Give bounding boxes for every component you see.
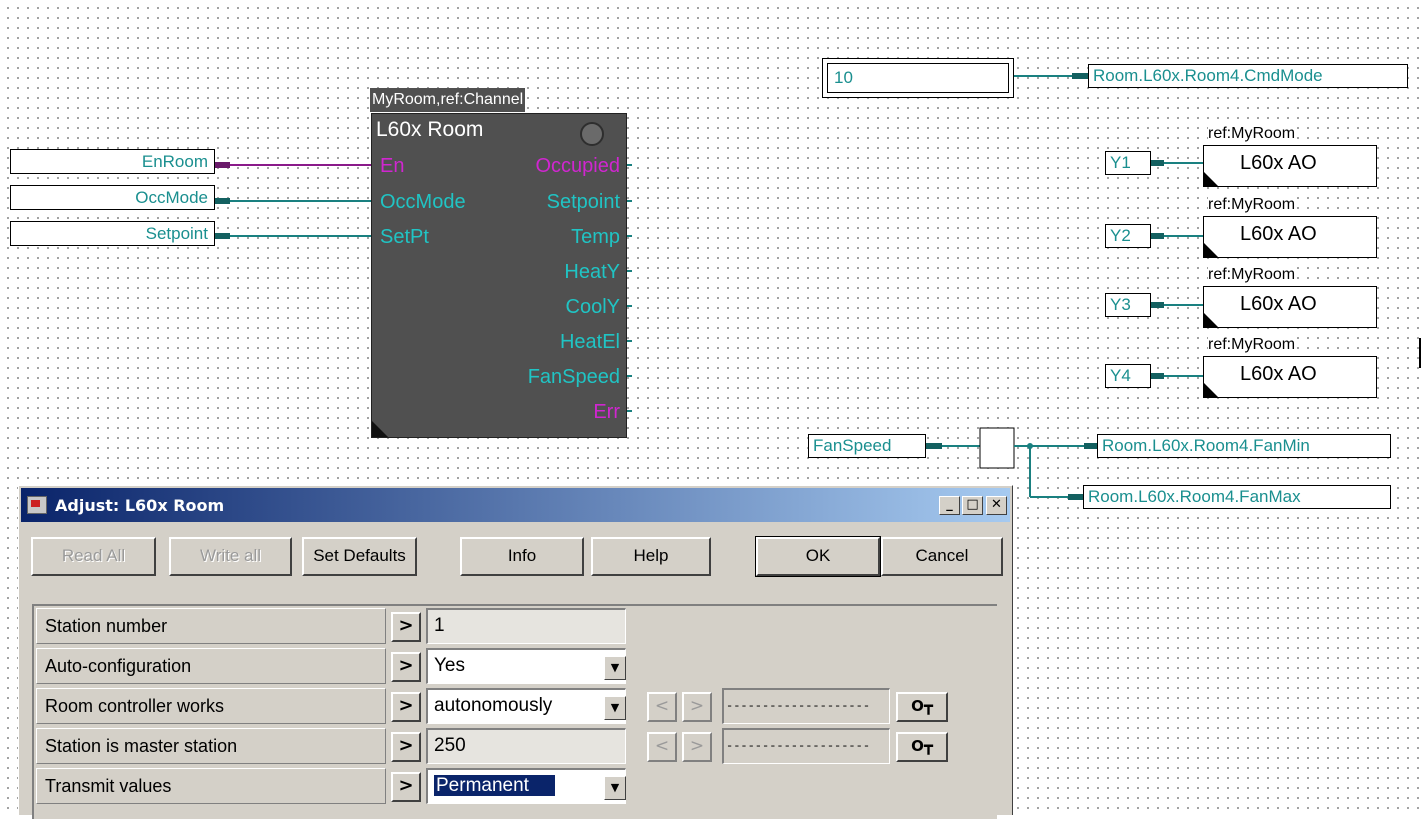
param-label: Station is master station xyxy=(36,728,386,764)
ao3-ref: ref:MyRoom xyxy=(1208,266,1296,283)
param-value[interactable]: 250 xyxy=(426,728,626,764)
dropdown-arrow-icon[interactable]: ▼ xyxy=(604,776,626,800)
dropdown-arrow-icon[interactable]: ▼ xyxy=(604,696,626,720)
pin-out-heatel[interactable]: HeatEl xyxy=(560,331,620,353)
write-all-button[interactable]: Write all xyxy=(169,537,292,576)
input-enroom[interactable]: EnRoom xyxy=(10,149,215,174)
ao-block-3[interactable]: L60x AO xyxy=(1203,286,1377,328)
signal-y2[interactable]: Y2 xyxy=(1105,224,1151,248)
pin-out-cooly[interactable]: CoolY xyxy=(566,296,620,318)
pin-out-err[interactable]: Err xyxy=(593,401,620,423)
l60x-room-block[interactable]: L60x Room En OccMode SetPt Occupied Setp… xyxy=(371,113,627,438)
ao2-ref: ref:MyRoom xyxy=(1208,196,1296,213)
pin-in-en[interactable]: En xyxy=(380,155,404,177)
input-setpoint[interactable]: Setpoint xyxy=(10,221,215,246)
pin-in-setpt[interactable]: SetPt xyxy=(380,226,429,248)
param-label: Station number xyxy=(36,608,386,644)
block-tag: MyRoom,ref:Channel xyxy=(370,88,526,112)
dropdown-arrow-icon[interactable]: ▼ xyxy=(604,656,626,680)
fanmax-target[interactable]: Room.L60x.Room4.FanMax xyxy=(1083,485,1391,509)
expand-arrow-icon[interactable]: > xyxy=(391,772,421,802)
param-select[interactable]: autonomously xyxy=(426,688,626,724)
param-row: Station number > 1 xyxy=(34,606,994,646)
expand-arrow-icon[interactable]: > xyxy=(391,652,421,682)
fanmin-target[interactable]: Room.L60x.Room4.FanMin xyxy=(1097,434,1391,458)
param-range: -------------------- xyxy=(722,688,890,724)
signal-y1[interactable]: Y1 xyxy=(1105,151,1151,175)
next-arrow-icon[interactable]: > xyxy=(682,732,712,762)
param-range: -------------------- xyxy=(722,728,890,764)
read-all-button[interactable]: Read All xyxy=(31,537,156,576)
ao-block-2[interactable]: L60x AO xyxy=(1203,216,1377,258)
input-occmode[interactable]: OccMode xyxy=(10,185,215,210)
param-value[interactable]: 1 xyxy=(426,608,626,644)
ao-block-4[interactable]: L60x AO xyxy=(1203,356,1377,398)
cmd-target[interactable]: Room.L60x.Room4.CmdMode xyxy=(1088,64,1408,88)
prev-arrow-icon[interactable]: < xyxy=(647,692,677,722)
ok-button[interactable]: OK xyxy=(755,536,881,577)
fan-junction-block xyxy=(979,427,1015,469)
param-select[interactable]: Yes xyxy=(426,648,626,684)
signal-y4[interactable]: Y4 xyxy=(1105,364,1151,388)
maximize-icon[interactable]: □ xyxy=(962,496,983,515)
parameter-grid: Station number > 1 Auto-configuration > … xyxy=(32,604,997,819)
prev-arrow-icon[interactable]: < xyxy=(647,732,677,762)
adjust-dialog: Adjust: L60x Room _ □ ✕ Read All Write a… xyxy=(18,485,1013,819)
key-icon[interactable]: O┳ xyxy=(896,732,948,762)
cmd-value-frame: 10 xyxy=(822,58,1014,98)
pin-out-setpoint[interactable]: Setpoint xyxy=(547,191,620,213)
block-title: L60x Room xyxy=(376,118,484,141)
param-row: Transmit values > Permanent ▼ xyxy=(34,766,994,806)
dialog-titlebar[interactable]: Adjust: L60x Room _ □ ✕ xyxy=(21,488,1010,522)
ao-title: L60x AO xyxy=(1240,363,1317,385)
key-icon[interactable]: O┳ xyxy=(896,692,948,722)
param-label: Auto-configuration xyxy=(36,648,386,684)
pin-out-fanspeed[interactable]: FanSpeed xyxy=(528,366,620,388)
pin-in-occmode[interactable]: OccMode xyxy=(380,191,466,213)
minimize-icon[interactable]: _ xyxy=(939,496,960,515)
app-icon xyxy=(27,496,47,514)
param-row: Auto-configuration > Yes ▼ xyxy=(34,646,994,686)
ao-title: L60x AO xyxy=(1240,223,1317,245)
selected-value: Permanent xyxy=(434,775,555,796)
param-select[interactable]: Permanent xyxy=(426,768,626,804)
signal-y3[interactable]: Y3 xyxy=(1105,293,1151,317)
info-button[interactable]: Info xyxy=(460,537,584,576)
next-arrow-icon[interactable]: > xyxy=(682,692,712,722)
close-icon[interactable]: ✕ xyxy=(986,496,1007,515)
ao1-ref: ref:MyRoom xyxy=(1208,125,1296,142)
expand-arrow-icon[interactable]: > xyxy=(391,692,421,722)
cmd-value[interactable]: 10 xyxy=(827,63,1009,93)
param-label: Room controller works xyxy=(36,688,386,724)
expand-arrow-icon[interactable]: > xyxy=(391,732,421,762)
dialog-title: Adjust: L60x Room xyxy=(55,496,225,515)
ao-block-1[interactable]: L60x AO xyxy=(1203,145,1377,187)
ao-title: L60x AO xyxy=(1240,293,1317,315)
cancel-button[interactable]: Cancel xyxy=(881,537,1003,576)
pin-out-occupied[interactable]: Occupied xyxy=(536,155,621,177)
param-label: Transmit values xyxy=(36,768,386,804)
help-button[interactable]: Help xyxy=(591,537,711,576)
block-corner-marker xyxy=(372,421,388,437)
fanspeed-source[interactable]: FanSpeed xyxy=(808,434,926,458)
status-led-icon xyxy=(580,122,604,146)
expand-arrow-icon[interactable]: > xyxy=(391,612,421,642)
set-defaults-button[interactable]: Set Defaults xyxy=(302,537,417,576)
param-row: Station is master station > 250 < > ----… xyxy=(34,726,994,766)
ao-title: L60x AO xyxy=(1240,152,1317,174)
pin-out-heaty[interactable]: HeatY xyxy=(564,261,620,283)
ao4-ref: ref:MyRoom xyxy=(1208,336,1296,353)
param-row: Room controller works > autonomously ▼ <… xyxy=(34,686,994,726)
pin-out-temp[interactable]: Temp xyxy=(571,226,620,248)
